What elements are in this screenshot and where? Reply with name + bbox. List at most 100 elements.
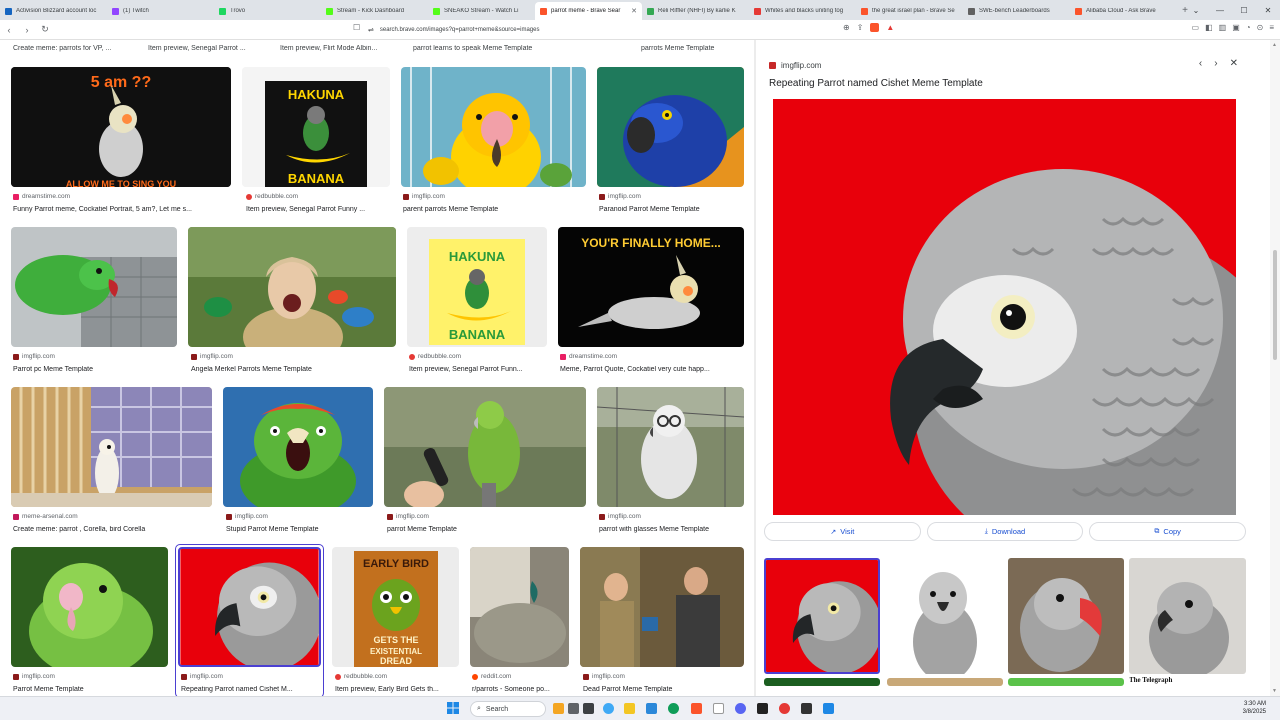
menu-icon[interactable]: ≡ [1269, 23, 1274, 32]
result-thumbnail[interactable] [597, 67, 744, 187]
result-caption[interactable]: Create meme: parrots for VP, ... [13, 45, 138, 52]
result-caption[interactable]: Paranoid Parrot Meme Template [599, 206, 746, 213]
preview-title[interactable]: Repeating Parrot named Cishet Meme Templ… [769, 78, 983, 89]
app-icon[interactable] [583, 703, 594, 714]
result-thumbnail[interactable] [384, 387, 586, 507]
brave-shields-icon[interactable] [870, 23, 880, 32]
result-thumbnail[interactable] [401, 67, 586, 187]
scrollbar-thumb[interactable] [1273, 250, 1277, 360]
app-icon[interactable] [713, 703, 724, 714]
result-caption[interactable]: Parrot Meme Template [13, 686, 170, 693]
result-caption[interactable]: Item preview, Senegal Parrot ... [148, 45, 268, 52]
next-image-icon[interactable]: › [1214, 58, 1217, 69]
result-caption[interactable]: Item preview, Senegal Parrot Funn... [409, 366, 549, 373]
result-caption[interactable]: Parrot pc Meme Template [13, 366, 179, 373]
bookmark-icon[interactable]: ☐ [353, 23, 360, 32]
scroll-down-icon[interactable]: ▼ [1272, 688, 1277, 694]
site-info-icon[interactable]: ⇌ [368, 26, 374, 34]
related-image-partial[interactable] [1008, 678, 1124, 686]
result-caption[interactable]: r/parrots - Someone po... [472, 686, 571, 693]
result-caption[interactable]: parrots Meme Template [641, 45, 751, 52]
visit-button[interactable]: ↗ Visit [764, 522, 921, 541]
sidebar-icon[interactable]: ▭ [1192, 23, 1200, 32]
scroll-up-icon[interactable]: ▲ [1272, 42, 1277, 48]
download-button[interactable]: ⤓ Download [926, 522, 1084, 541]
related-image[interactable] [1008, 558, 1124, 674]
result-caption[interactable]: parent parrots Meme Template [403, 206, 588, 213]
result-thumbnail[interactable] [11, 387, 212, 507]
result-caption[interactable]: Meme, Parrot Quote, Cockatiel very cute … [560, 366, 746, 373]
reload-icon[interactable]: ↻ [36, 24, 54, 35]
app-icon[interactable] [646, 703, 657, 714]
tab[interactable]: Whites and blacks uniting tog [749, 2, 856, 20]
result-thumbnail[interactable]: HAKUNA BANANA [242, 67, 390, 187]
app-icon[interactable] [757, 703, 768, 714]
previous-image-icon[interactable]: ‹ [1199, 58, 1202, 69]
related-image-partial[interactable] [764, 678, 880, 686]
minimize-icon[interactable]: — [1208, 6, 1232, 15]
app-icon[interactable] [603, 703, 614, 714]
address-bar[interactable]: ⇌ search.brave.com/images?q=parrot+meme&… [368, 23, 910, 37]
zoom-icon[interactable]: ⊕ [843, 23, 850, 32]
result-caption[interactable]: Stupid Parrot Meme Template [226, 526, 376, 533]
file-explorer-icon[interactable] [624, 703, 635, 714]
scrollbar[interactable]: ▲ ▼ [1270, 40, 1280, 696]
result-caption[interactable]: parrot Meme Template [387, 526, 589, 533]
close-preview-icon[interactable]: ✕ [1230, 58, 1238, 69]
opera-icon[interactable] [779, 703, 790, 714]
result-caption[interactable]: Item preview, Early Bird Gets th... [335, 686, 462, 693]
result-thumbnail[interactable] [223, 387, 373, 507]
result-thumbnail[interactable]: YOU'R FINALLY HOME... [558, 227, 744, 347]
taskbar-search[interactable]: ⌕ Search [470, 701, 546, 717]
tab-active[interactable]: parrot meme - Brave Sear ✕ [535, 2, 642, 20]
tab[interactable]: Reli Riffler (NHFI) By karlie K [642, 2, 749, 20]
brave-rewards-icon[interactable]: ▲ [886, 23, 894, 32]
tab[interactable]: Trovo [214, 2, 321, 20]
app-icon[interactable] [823, 703, 834, 714]
result-caption[interactable]: Dead Parrot Meme Template [583, 686, 747, 693]
edge-icon[interactable] [668, 703, 679, 714]
related-image-partial[interactable]: The Telegraph [1129, 676, 1246, 686]
windows-start-icon[interactable] [447, 702, 459, 714]
result-caption[interactable]: parrot learns to speak Meme Template [413, 45, 583, 52]
result-thumbnail[interactable]: EARLY BIRD GETS THE EXISTENTIAL DREAD [332, 547, 459, 667]
related-image-partial[interactable] [887, 678, 1003, 686]
result-thumbnail[interactable] [470, 547, 569, 667]
extensions-icon[interactable]: ◧ [1205, 23, 1213, 32]
related-image[interactable] [887, 558, 1003, 674]
task-view-icon[interactable] [568, 703, 579, 714]
vpn-icon[interactable]: ⊙ [1257, 23, 1264, 32]
app-icon[interactable] [801, 703, 812, 714]
system-clock[interactable]: 3:30 AM 3/8/2025 [1243, 700, 1266, 716]
result-thumbnail[interactable] [580, 547, 744, 667]
tab-search-chevron-icon[interactable]: ⌄ [1184, 6, 1208, 15]
back-icon[interactable]: ‹ [0, 25, 18, 35]
related-image[interactable] [1129, 558, 1246, 674]
forward-icon[interactable]: › [18, 25, 36, 35]
result-caption[interactable]: Item preview, Flirt Mode Albin... [280, 45, 400, 52]
brave-icon[interactable] [691, 703, 702, 714]
result-caption[interactable]: Angela Merkel Parrots Meme Template [191, 366, 399, 373]
tab[interactable]: Activision Blizzard account loc [0, 2, 107, 20]
share-icon[interactable]: ⇪ [857, 23, 864, 32]
close-tab-icon[interactable]: ✕ [631, 7, 637, 15]
preview-source[interactable]: imgflip.com [769, 61, 821, 70]
result-caption[interactable]: Repeating Parrot named Cishet M... [181, 686, 321, 693]
result-thumbnail[interactable] [178, 547, 321, 667]
tab[interactable]: (1) Twitch [107, 2, 214, 20]
result-caption[interactable]: Create meme: parrot , Corella, bird Core… [13, 526, 214, 533]
discord-icon[interactable] [735, 703, 746, 714]
close-window-icon[interactable]: ✕ [1256, 6, 1280, 15]
result-thumbnail[interactable] [597, 387, 744, 507]
result-thumbnail[interactable] [188, 227, 396, 347]
profile-icon[interactable]: ◔ [1246, 23, 1251, 32]
split-view-icon[interactable]: ▥ [1219, 23, 1227, 32]
tab[interactable]: SNEAKO Stream - Watch Li [428, 2, 535, 20]
tab[interactable]: the great israel plan - Brave Se [856, 2, 963, 20]
copy-button[interactable]: ⧉ Copy [1089, 522, 1247, 541]
wallet-icon[interactable]: ▣ [1232, 23, 1240, 32]
tab[interactable]: SWE-bench Leaderboards [963, 2, 1070, 20]
result-thumbnail[interactable] [11, 227, 177, 347]
result-thumbnail[interactable] [11, 547, 168, 667]
tab[interactable]: Alibaba Cloud - Ask Brave [1070, 2, 1177, 20]
